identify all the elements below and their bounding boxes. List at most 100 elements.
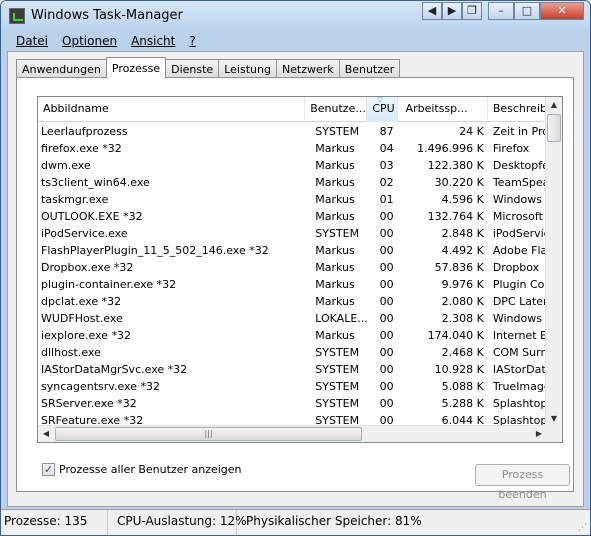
cell-working-set: 2.848 K [441,227,484,240]
arrow-left-icon[interactable]: ◀ [422,2,442,20]
table-row[interactable]: Leerlaufprozess SYSTEM 87 24 K Zeit in Proze [38,123,548,140]
cell-cpu: 00 [379,227,394,240]
table-row[interactable]: iexplore.exe *32 Markus 00 174.040 K Interne… [38,327,548,344]
cell-description: Adobe Flash [492,244,548,257]
cell-image-name: iPodService.exe [41,227,128,240]
process-list[interactable]: Abbildname Benutze... ▽ CPU Arbeitssp...… [37,96,563,443]
menu-datei[interactable]: Datei [9,32,55,50]
minimize-icon[interactable]: – [488,2,514,20]
tab-strip: Anwendungen Prozesse Dienste Leistung Ne… [16,57,401,79]
cell-working-set: 10.928 K [434,363,484,376]
restore-icon[interactable]: ❐ [462,2,482,20]
cell-working-set: 122.380 K [427,159,484,172]
menu-ansicht[interactable]: Ansicht [124,32,182,50]
tab-prozesse[interactable]: Prozesse [105,57,167,79]
scroll-left-icon[interactable]: ◀ [38,426,54,442]
cell-description: COM Surrog [492,346,548,359]
cell-cpu: 00 [379,261,394,274]
menu-optionen[interactable]: Optionen [55,32,124,50]
column-header-working-set[interactable]: Arbeitssp... [398,97,488,122]
status-processes: Prozesse: 135 [1,510,108,535]
cell-description: TeamSpeak [492,176,548,189]
horizontal-scroll-thumb[interactable]: ||| [55,427,362,441]
menu-help[interactable]: ? [182,32,202,50]
cell-working-set: 132.764 K [427,210,484,223]
cell-image-name: syncagentsrv.exe *32 [41,380,160,393]
cell-cpu: 03 [379,159,394,172]
arrow-right-icon[interactable]: ▶ [442,2,462,20]
table-row[interactable]: taskmgr.exe Markus 01 4.596 K Windows Ta [38,191,548,208]
cell-user: Markus [315,329,355,342]
table-row[interactable]: WUDFHost.exe LOKALE... 00 2.308 K Windows Dr… [38,310,548,327]
cell-working-set: 2.468 K [441,346,484,359]
close-icon[interactable]: ✕ [540,2,584,20]
cell-user: Markus [315,159,355,172]
cell-image-name: dllhost.exe [41,346,101,359]
table-row[interactable]: ts3client_win64.exe Markus 02 30.220 K TeamS… [38,174,548,191]
cell-description: Plugin Conta [492,278,548,291]
cell-user: Markus [315,278,355,291]
cell-working-set: 30.220 K [434,176,484,189]
cell-image-name: OUTLOOK.EXE *32 [41,210,143,223]
table-row[interactable]: iPodService.exe SYSTEM 00 2.848 K iPodServic… [38,225,548,242]
tab-benutzer[interactable]: Benutzer [338,59,401,78]
cell-image-name: dpclat.exe *32 [41,295,122,308]
cell-image-name: ts3client_win64.exe [41,176,150,189]
cell-user: LOKALE... [315,312,368,325]
show-all-users-option[interactable]: ✓ Prozesse aller Benutzer anzeigen [42,463,242,476]
table-row[interactable]: plugin-container.exe *32 Markus 00 9.976 K P… [38,276,548,293]
cell-user: SYSTEM [315,380,360,393]
title-bar[interactable]: Windows Task-Manager ◀ ▶ ❐ – □ ✕ [1,1,590,31]
column-header-cpu[interactable]: ▽ CPU [367,97,398,122]
table-row[interactable]: dllhost.exe SYSTEM 00 2.468 K COM Surrog [38,344,548,361]
cell-user: Markus [315,210,355,223]
table-row[interactable]: SRServer.exe *32 SYSTEM 00 5.288 K Splashtop… [38,395,548,412]
tab-netzwerk[interactable]: Netzwerk [275,59,340,78]
cell-description: Windows Dri [492,312,548,325]
scroll-up-icon[interactable]: ▲ [546,97,562,113]
table-header: Abbildname Benutze... ▽ CPU Arbeitssp...… [38,97,549,122]
cell-working-set: 4.492 K [441,244,484,257]
cell-cpu: 00 [379,210,394,223]
vertical-scrollbar[interactable]: ▲ ▼ [545,97,562,427]
cell-cpu: 02 [379,176,394,189]
cell-user: Markus [315,142,355,155]
end-process-button[interactable]: Prozess beenden [475,464,570,501]
window-title: Windows Task-Manager [31,8,183,23]
tab-leistung[interactable]: Leistung [218,59,277,78]
column-header-image-name[interactable]: Abbildname [38,97,306,122]
column-header-user[interactable]: Benutze... [305,97,368,122]
cell-user: Markus [315,176,355,189]
table-row[interactable]: Dropbox.exe *32 Markus 00 57.836 K Dropbox [38,259,548,276]
table-row[interactable]: IAStorDataMgrSvc.exe *32 SYSTEM 00 10.928 K… [38,361,548,378]
cell-cpu: 00 [379,397,394,410]
resize-grip-icon[interactable]: ⋰ [578,524,588,534]
cell-working-set: 24 K [459,125,484,138]
sort-arrow-icon: ▽ [377,97,383,104]
column-header-description[interactable]: Beschreibun [488,97,549,122]
table-row[interactable]: firefox.exe *32 Markus 04 1.496.996 K Firefo… [38,140,548,157]
cell-image-name: plugin-container.exe *32 [41,278,177,291]
table-row[interactable]: dwm.exe Markus 03 122.380 K Desktopfens [38,157,548,174]
cell-user: SYSTEM [315,363,360,376]
tab-dienste[interactable]: Dienste [165,59,220,78]
show-all-users-checkbox[interactable]: ✓ [42,463,55,476]
processes-panel: Abbildname Benutze... ▽ CPU Arbeitssp...… [16,77,574,501]
table-row[interactable]: FlashPlayerPlugin_11_5_502_146.exe *32 Ma… [38,242,548,259]
tab-anwendungen[interactable]: Anwendungen [16,59,107,78]
cell-working-set: 57.836 K [434,261,484,274]
cell-description: Zeit in Proze [492,125,548,138]
cell-working-set: 5.088 K [441,380,484,393]
column-header-cpu-label: CPU [372,102,395,115]
cell-working-set: 4.596 K [441,193,484,206]
table-body: Leerlaufprozess SYSTEM 87 24 K Zeit in Proze… [38,123,548,429]
horizontal-scrollbar[interactable]: ◀ ||| ▶ [38,425,547,442]
cell-image-name: Dropbox.exe *32 [41,261,134,274]
table-row[interactable]: dpclat.exe *32 Markus 00 2.080 K DPC Latency [38,293,548,310]
maximize-icon[interactable]: □ [514,2,540,20]
window-controls: ◀ ▶ ❐ – □ ✕ [422,2,584,20]
menu-bar: Datei Optionen Ansicht ? [9,32,203,50]
table-row[interactable]: OUTLOOK.EXE *32 Markus 00 132.764 K Microsof… [38,208,548,225]
table-row[interactable]: syncagentsrv.exe *32 SYSTEM 00 5.088 K TrueI… [38,378,548,395]
vertical-scroll-thumb[interactable] [547,114,561,142]
